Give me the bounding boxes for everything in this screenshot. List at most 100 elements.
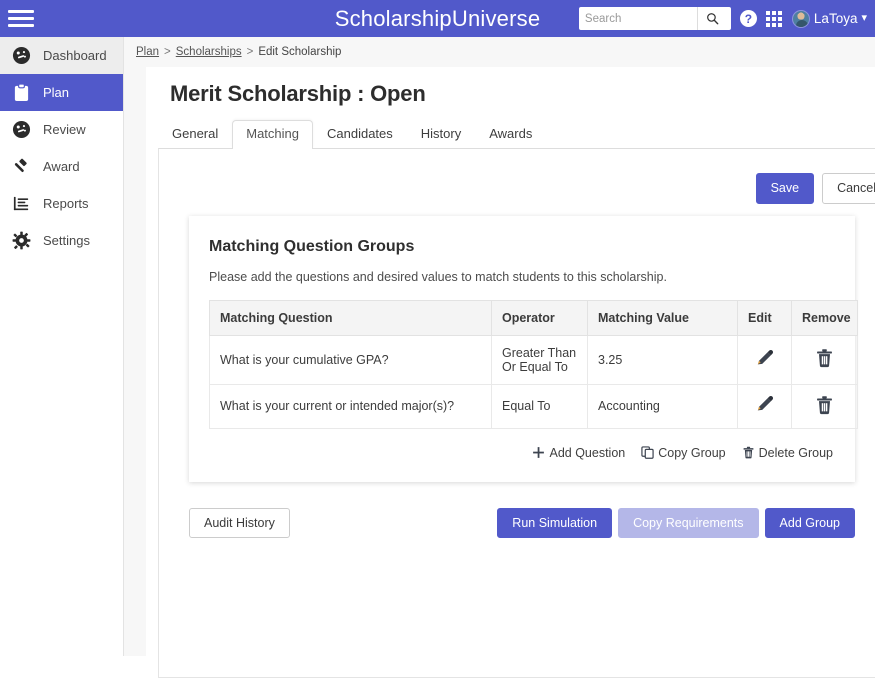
- clipboard-icon: [10, 82, 32, 104]
- matching-question-groups-card: Matching Question Groups Please add the …: [189, 215, 858, 482]
- top-app-bar: ScholarshipUniverse ? LaToya ▾: [0, 0, 875, 37]
- grid-dot: [778, 10, 783, 15]
- sidebar-item-award[interactable]: Award: [0, 148, 123, 185]
- help-circle-icon[interactable]: ?: [739, 10, 757, 27]
- card-title: Matching Question Groups: [209, 237, 415, 255]
- gavel-icon: [10, 156, 32, 178]
- breadcrumb-item-plan[interactable]: Plan: [136, 46, 159, 58]
- main-content: Plan > Scholarships > Edit Scholarship M…: [124, 37, 875, 678]
- cell-value: 3.25: [587, 334, 738, 385]
- sidebar-item-review[interactable]: Review: [0, 111, 123, 148]
- tab-matching[interactable]: Matching: [232, 120, 313, 149]
- global-search: [578, 7, 731, 30]
- save-button[interactable]: Save: [755, 173, 815, 204]
- top-bar-actions: ? LaToya ▾: [578, 0, 869, 37]
- cell-edit: [737, 334, 792, 385]
- matching-questions-table: Matching Question Operator Matching Valu…: [209, 299, 858, 429]
- breadcrumb-separator: >: [164, 46, 171, 58]
- tab-history[interactable]: History: [407, 120, 475, 148]
- search-icon[interactable]: [696, 7, 727, 30]
- trash-icon[interactable]: [815, 348, 834, 368]
- grid-dot: [766, 10, 771, 15]
- delete-group-label: Delete Group: [758, 445, 833, 460]
- copy-requirements-button[interactable]: Copy Requirements: [618, 507, 759, 538]
- chevron-down-icon: ▾: [861, 12, 867, 24]
- column-header-matching-value: Matching Value: [587, 299, 738, 336]
- breadcrumb-item-scholarships[interactable]: Scholarships: [176, 46, 242, 58]
- tab-general[interactable]: General: [158, 120, 232, 148]
- cell-edit: [737, 383, 792, 429]
- add-question-link[interactable]: Add Question: [532, 446, 625, 460]
- matching-tab-panel: Save Cancel Matching Question Groups Ple…: [158, 148, 875, 678]
- user-menu[interactable]: LaToya ▾: [791, 9, 867, 28]
- copy-group-link[interactable]: Copy Group: [641, 445, 726, 460]
- grid-dot: [772, 16, 777, 21]
- pencil-icon[interactable]: [755, 395, 774, 414]
- sidebar-item-label: Plan: [43, 85, 70, 100]
- cell-question: What is your cumulative GPA?: [209, 334, 492, 385]
- table-header-row: Matching Question Operator Matching Valu…: [209, 299, 858, 336]
- breadcrumb-separator: >: [246, 46, 254, 58]
- bar-chart-icon: [10, 193, 32, 215]
- gear-icon: [10, 230, 32, 252]
- hamburger-bar: [8, 17, 34, 20]
- cell-question: What is your current or intended major(s…: [209, 383, 492, 429]
- pencil-icon[interactable]: [755, 349, 774, 368]
- hamburger-bar: [8, 24, 34, 27]
- tab-bar: General Matching Candidates History Awar…: [146, 120, 875, 149]
- hamburger-bar: [8, 10, 34, 13]
- page-title: Merit Scholarship : Open: [170, 81, 426, 106]
- add-group-button[interactable]: Add Group: [764, 507, 855, 538]
- sidebar-item-reports[interactable]: Reports: [0, 185, 123, 222]
- sidebar-nav: Dashboard Plan Review Award Reports Sett…: [0, 37, 124, 656]
- audit-history-button[interactable]: Audit History: [189, 507, 290, 538]
- cell-remove: [791, 383, 858, 429]
- user-name-label: LaToya: [813, 11, 858, 26]
- card-footer-actions: Audit History Run Simulation Copy Requir…: [189, 507, 855, 538]
- content-panel: Merit Scholarship : Open General Matchin…: [146, 67, 875, 678]
- plus-icon: [532, 446, 545, 459]
- cell-value: Accounting: [587, 383, 738, 429]
- run-simulation-button[interactable]: Run Simulation: [497, 507, 613, 538]
- breadcrumb-item-current: Edit Scholarship: [258, 46, 342, 58]
- tab-awards[interactable]: Awards: [475, 120, 546, 148]
- form-toolbar: Save Cancel: [159, 149, 875, 204]
- sidebar-item-label: Settings: [43, 233, 90, 248]
- breadcrumb: Plan > Scholarships > Edit Scholarship: [124, 37, 875, 67]
- delete-group-link[interactable]: Delete Group: [742, 446, 833, 460]
- hamburger-menu-icon[interactable]: [8, 10, 46, 27]
- group-action-links: Add Question Copy Group Delete Group: [209, 446, 835, 460]
- sidebar-item-label: Dashboard: [43, 48, 107, 63]
- speedometer-icon: [10, 119, 32, 141]
- table-row: What is your current or intended major(s…: [209, 383, 858, 429]
- column-header-remove: Remove: [791, 299, 858, 336]
- cell-operator: Greater Than Or Equal To: [491, 334, 588, 385]
- grid-dot: [766, 16, 771, 21]
- sidebar-item-label: Award: [43, 159, 80, 174]
- cell-operator: Equal To: [491, 383, 588, 429]
- copy-group-label: Copy Group: [658, 445, 726, 460]
- sidebar-item-label: Reports: [43, 196, 89, 211]
- grid-dot: [772, 10, 777, 15]
- sidebar-item-plan[interactable]: Plan: [0, 74, 123, 111]
- grid-dot: [778, 16, 783, 21]
- sidebar-item-settings[interactable]: Settings: [0, 222, 123, 259]
- grid-apps-icon[interactable]: [766, 10, 783, 27]
- avatar: [791, 9, 810, 28]
- sidebar-item-dashboard[interactable]: Dashboard: [0, 37, 123, 74]
- cell-remove: [791, 334, 858, 385]
- trash-icon: [742, 446, 755, 459]
- column-header-operator: Operator: [491, 299, 588, 336]
- tab-candidates[interactable]: Candidates: [313, 120, 407, 148]
- grid-dot: [772, 22, 777, 27]
- table-row: What is your cumulative GPA? Greater Tha…: [209, 334, 858, 385]
- cancel-button[interactable]: Cancel: [822, 173, 875, 204]
- search-input[interactable]: [578, 8, 697, 29]
- sidebar-item-label: Review: [43, 122, 86, 137]
- column-header-edit: Edit: [737, 299, 792, 336]
- trash-icon[interactable]: [815, 395, 834, 415]
- footer-right-buttons: Run Simulation Copy Requirements Add Gro…: [497, 507, 855, 538]
- copy-icon: [641, 446, 654, 459]
- add-question-label: Add Question: [549, 445, 626, 460]
- speedometer-icon: [10, 45, 32, 67]
